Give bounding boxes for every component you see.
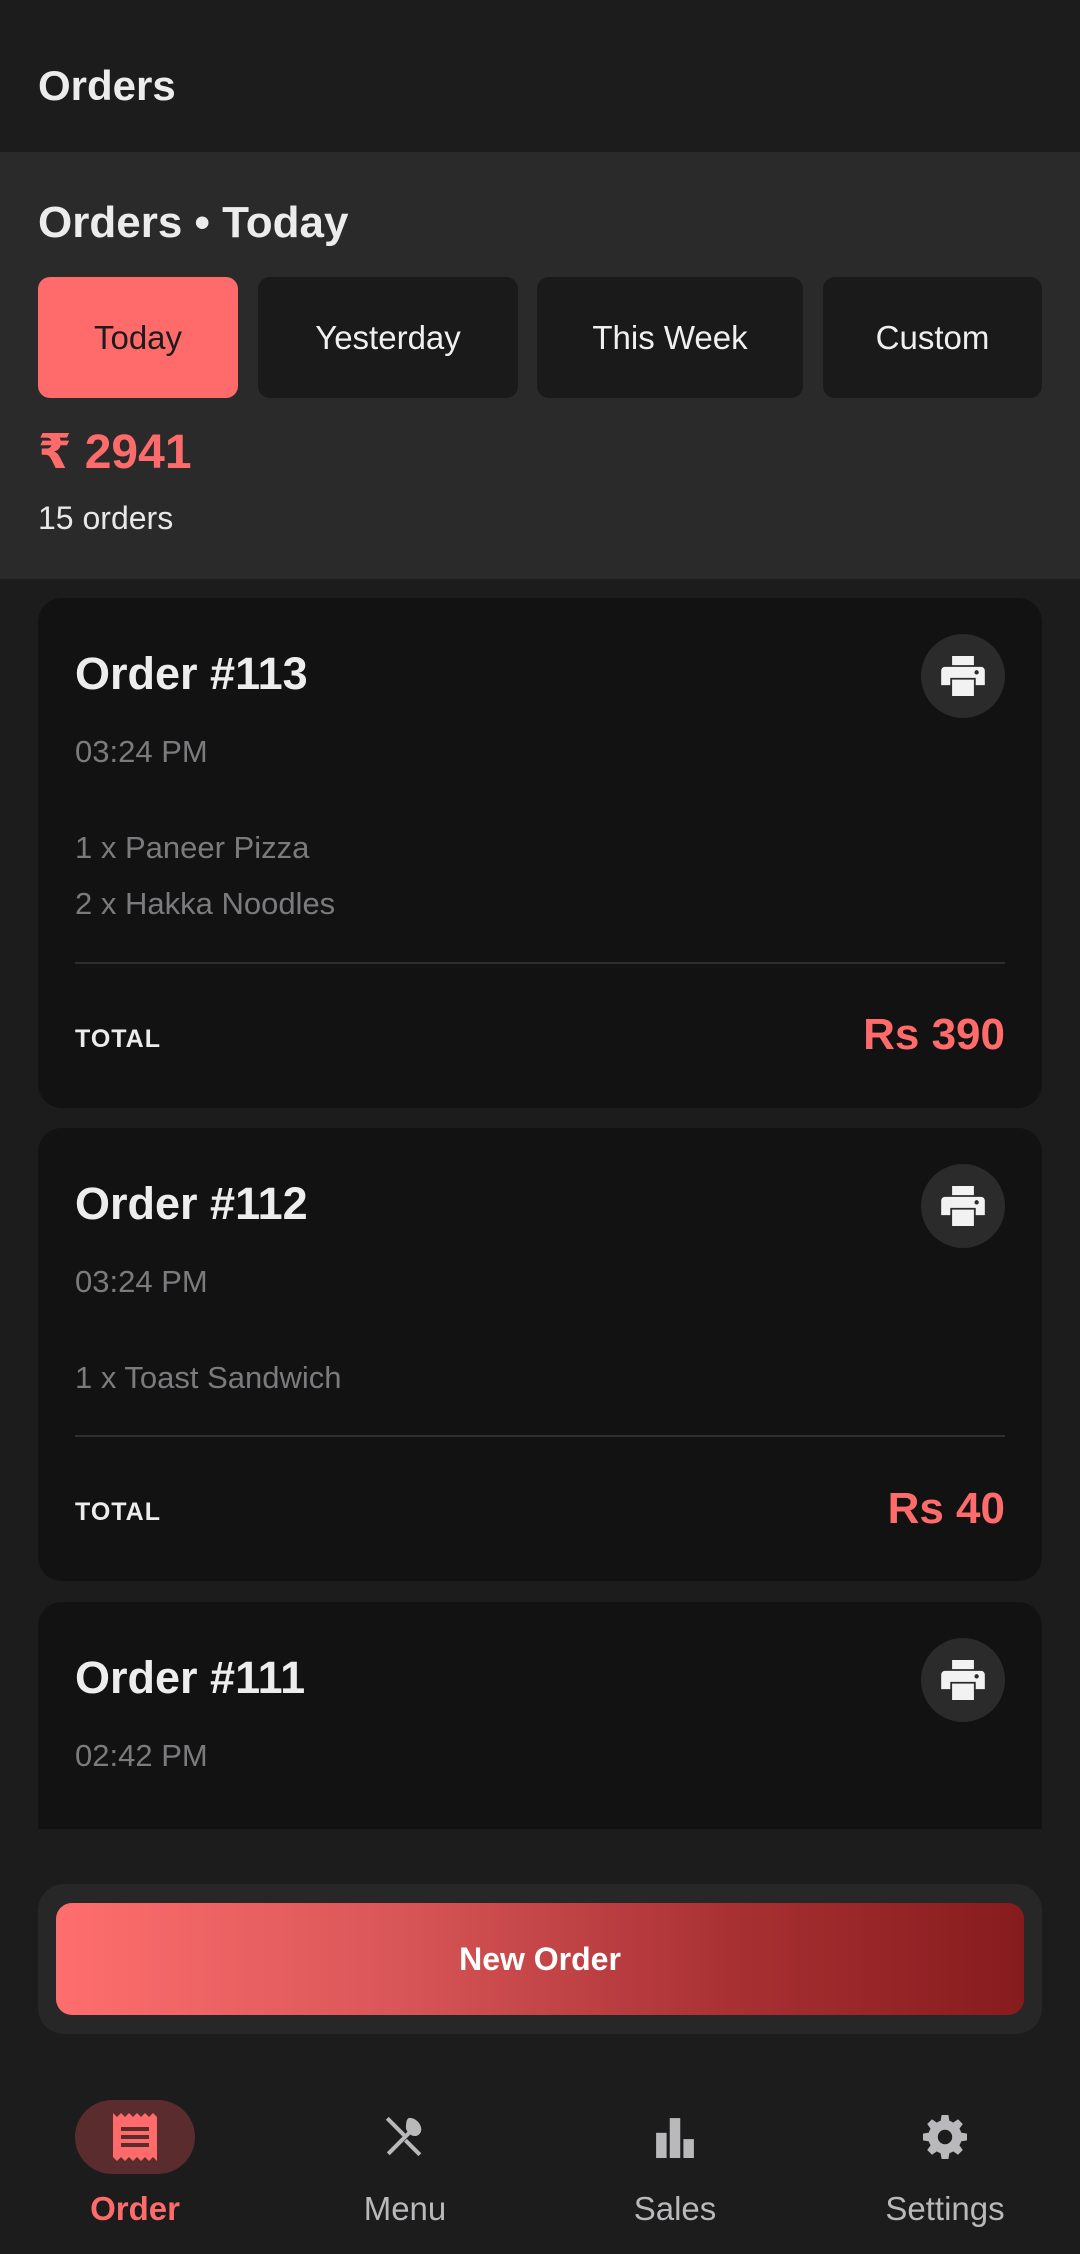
- orders-screen: Orders Orders • Today Today Yesterday Th…: [0, 0, 1080, 2254]
- gear-icon: [923, 2115, 967, 2159]
- print-button[interactable]: [921, 1164, 1005, 1248]
- filter-this-week-button[interactable]: This Week: [537, 277, 803, 398]
- nav-item-order[interactable]: Order: [0, 2066, 270, 2254]
- order-card[interactable]: Order #113 03:24 PM 1 x Paneer Pizza 2 x…: [38, 598, 1042, 1108]
- print-button[interactable]: [921, 634, 1005, 718]
- utensils-icon: [385, 2116, 422, 2157]
- app-bar: Orders: [0, 0, 1080, 152]
- order-card[interactable]: Order #111 02:42 PM: [38, 1602, 1042, 1829]
- filter-yesterday-button[interactable]: Yesterday: [258, 277, 518, 398]
- new-order-bar: New Order: [38, 1884, 1042, 2034]
- nav-label: Menu: [363, 2190, 447, 2227]
- nav-icon-container: [345, 2100, 465, 2174]
- nav-item-settings[interactable]: Settings: [810, 2066, 1080, 2254]
- nav-item-menu[interactable]: Menu: [270, 2066, 540, 2254]
- nav-label: Settings: [885, 2190, 1005, 2227]
- order-items: 1 x Toast Sandwich: [75, 1350, 342, 1406]
- order-title: Order #113: [75, 648, 308, 699]
- app-bar-title: Orders: [38, 62, 176, 109]
- order-list[interactable]: Order #113 03:24 PM 1 x Paneer Pizza 2 x…: [0, 579, 1080, 1829]
- receipt-icon: [113, 2113, 157, 2161]
- bar-chart-icon: [656, 2118, 694, 2158]
- order-total: Rs 390: [863, 1010, 1005, 1059]
- order-total: Rs 40: [887, 1484, 1005, 1533]
- summary-heading: Orders • Today: [38, 198, 349, 247]
- order-items: 1 x Paneer Pizza 2 x Hakka Noodles: [75, 820, 335, 932]
- nav-label: Sales: [633, 2190, 717, 2227]
- order-card[interactable]: Order #112 03:24 PM 1 x Toast Sandwich T…: [38, 1128, 1042, 1581]
- order-title: Order #111: [75, 1652, 306, 1703]
- print-button[interactable]: [921, 1638, 1005, 1722]
- printer-icon: [941, 1660, 985, 1700]
- divider: [75, 1435, 1005, 1437]
- filter-custom-button[interactable]: Custom: [823, 277, 1042, 398]
- order-time: 03:24 PM: [75, 1264, 208, 1299]
- filter-today-button[interactable]: Today: [38, 277, 238, 398]
- orders-summary-panel: Orders • Today Today Yesterday This Week…: [0, 152, 1080, 579]
- printer-icon: [941, 1186, 985, 1226]
- total-label: TOTAL: [75, 1498, 162, 1526]
- order-time: 02:42 PM: [75, 1738, 208, 1773]
- total-label: TOTAL: [75, 1025, 162, 1053]
- summary-order-count: 15 orders: [38, 500, 174, 536]
- order-line-item: 1 x Toast Sandwich: [75, 1360, 342, 1395]
- summary-total-amount: ₹ 2941: [38, 426, 192, 479]
- order-line-item: 2 x Hakka Noodles: [75, 886, 336, 921]
- order-line-item: 1 x Paneer Pizza: [75, 830, 310, 865]
- order-time: 03:24 PM: [75, 734, 208, 769]
- new-order-button[interactable]: New Order: [56, 1903, 1024, 2015]
- nav-label: Order: [90, 2190, 180, 2227]
- nav-icon-container: [885, 2100, 1005, 2174]
- nav-item-sales[interactable]: Sales: [540, 2066, 810, 2254]
- order-title: Order #112: [75, 1178, 308, 1229]
- nav-icon-container: [615, 2100, 735, 2174]
- nav-icon-container: [75, 2100, 195, 2174]
- bottom-navigation: Order Menu Sales Settings: [0, 2066, 1080, 2254]
- divider: [75, 962, 1005, 964]
- printer-icon: [941, 656, 985, 696]
